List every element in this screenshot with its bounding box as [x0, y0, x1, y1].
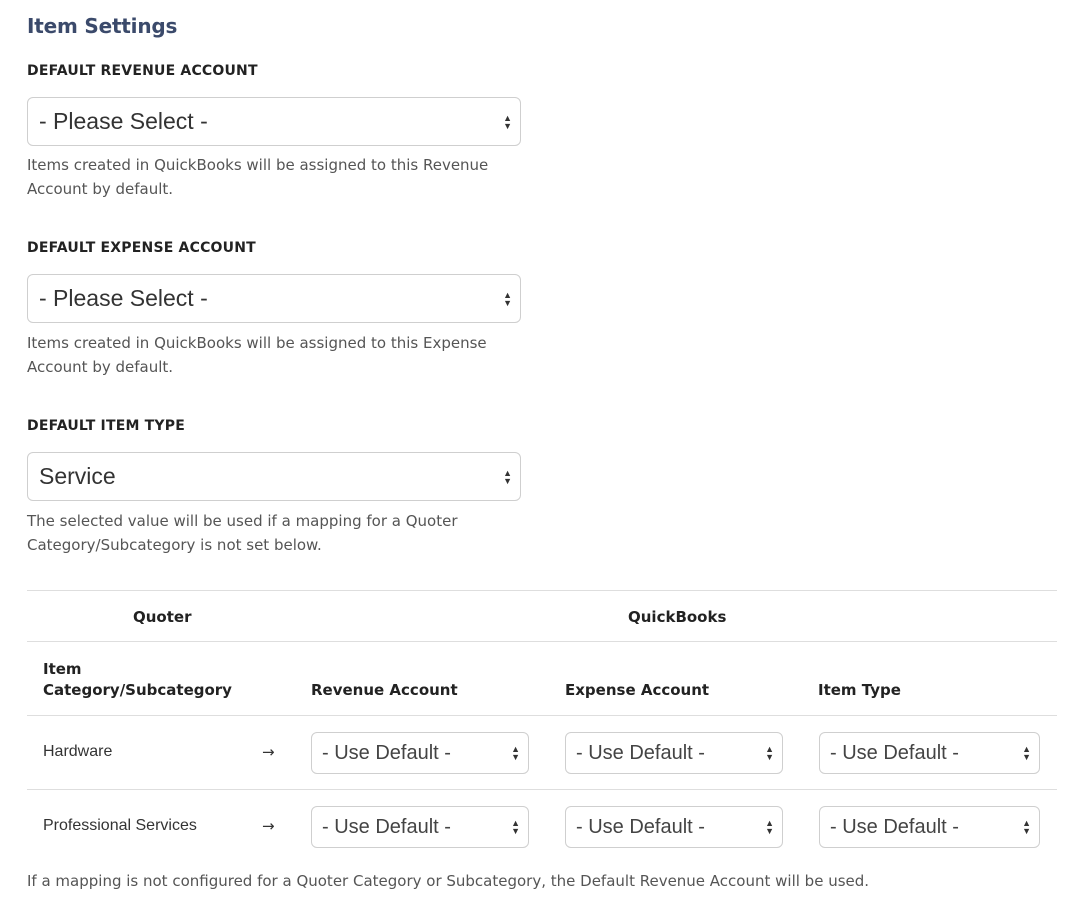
expense-account-select[interactable]: - Please Select - ▲ ▼: [27, 274, 521, 323]
sort-arrows-icon: ▲ ▼: [511, 818, 520, 836]
item-type-help: The selected value will be used if a map…: [27, 512, 458, 554]
revenue-account-value: - Please Select -: [39, 108, 208, 134]
row-revenue-value: - Use Default -: [322, 815, 451, 838]
revenue-account-select[interactable]: - Please Select - ▲ ▼: [27, 97, 521, 146]
row-item-type-select[interactable]: - Use Default - ▲ ▼: [819, 732, 1040, 774]
mapping-footnote: If a mapping is not configured for a Quo…: [27, 872, 870, 890]
sort-arrows-icon: ▲ ▼: [765, 818, 774, 836]
item-type-select[interactable]: Service ▲ ▼: [27, 452, 521, 501]
sort-arrows-icon: ▲ ▼: [1022, 818, 1031, 836]
item-type-column-header: Item Type: [818, 681, 901, 699]
quickbooks-group-header: QuickBooks: [628, 608, 727, 626]
expense-account-value: - Please Select -: [39, 285, 208, 311]
sort-arrows-icon: ▲ ▼: [503, 112, 512, 131]
row-revenue-value: - Use Default -: [322, 741, 451, 764]
row-category-name: Professional Services: [43, 817, 197, 834]
row-revenue-select[interactable]: - Use Default - ▲ ▼: [311, 732, 529, 774]
group-header-divider: [27, 641, 1057, 642]
table-top-divider: [27, 590, 1057, 591]
expense-account-label: DEFAULT EXPENSE ACCOUNT: [27, 240, 256, 256]
row-expense-value: - Use Default -: [576, 741, 705, 764]
revenue-column-header: Revenue Account: [311, 681, 458, 699]
row-category-name: Hardware: [43, 743, 113, 760]
category-column-header: Item Category/Subcategory: [43, 660, 232, 699]
right-arrow-icon: →: [262, 743, 275, 761]
page-title: Item Settings: [27, 14, 178, 38]
revenue-account-help: Items created in QuickBooks will be assi…: [27, 156, 489, 198]
sort-arrows-icon: ▲ ▼: [765, 744, 774, 762]
row-revenue-select[interactable]: - Use Default - ▲ ▼: [311, 806, 529, 848]
item-type-label: DEFAULT ITEM TYPE: [27, 418, 185, 434]
quoter-group-header: Quoter: [133, 608, 192, 626]
column-header-divider: [27, 715, 1057, 716]
row-divider: [27, 789, 1057, 790]
sort-arrows-icon: ▲ ▼: [503, 289, 512, 308]
sort-arrows-icon: ▲ ▼: [503, 467, 512, 486]
expense-account-help: Items created in QuickBooks will be assi…: [27, 334, 487, 376]
row-expense-value: - Use Default -: [576, 815, 705, 838]
sort-arrows-icon: ▲ ▼: [511, 744, 520, 762]
row-item-type-value: - Use Default -: [830, 741, 959, 764]
item-type-value: Service: [39, 463, 116, 489]
row-expense-select[interactable]: - Use Default - ▲ ▼: [565, 806, 783, 848]
row-item-type-value: - Use Default -: [830, 815, 959, 838]
row-expense-select[interactable]: - Use Default - ▲ ▼: [565, 732, 783, 774]
expense-column-header: Expense Account: [565, 681, 710, 699]
sort-arrows-icon: ▲ ▼: [1022, 744, 1031, 762]
right-arrow-icon: →: [262, 817, 275, 835]
revenue-account-label: DEFAULT REVENUE ACCOUNT: [27, 63, 258, 79]
row-item-type-select[interactable]: - Use Default - ▲ ▼: [819, 806, 1040, 848]
